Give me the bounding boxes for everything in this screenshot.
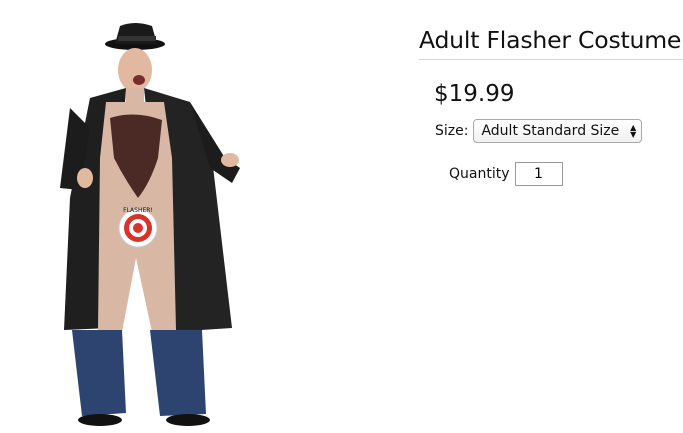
quantity-input[interactable] [514,162,563,186]
up-down-chevron-icon: ▲ ▼ [630,123,637,139]
product-title: Adult Flasher Costume [419,26,682,54]
size-label: Size: [435,123,469,139]
size-select-value: Adult Standard Size [481,123,620,139]
product-page: FLASHER! Adult Flasher Costume $19.99 Si… [0,0,683,433]
size-select[interactable]: Adult Standard Size ▲ ▼ [473,119,643,143]
product-price: $19.99 [434,81,515,107]
size-option-row: Size: Adult Standard Size ▲ ▼ [435,119,643,143]
product-image: FLASHER! [40,18,290,430]
quantity-label: Quantity [449,166,510,182]
costume-illustration: FLASHER! [60,23,240,426]
quantity-row: Quantity [449,162,563,186]
badge-text: FLASHER! [123,207,153,214]
title-divider [419,59,683,60]
